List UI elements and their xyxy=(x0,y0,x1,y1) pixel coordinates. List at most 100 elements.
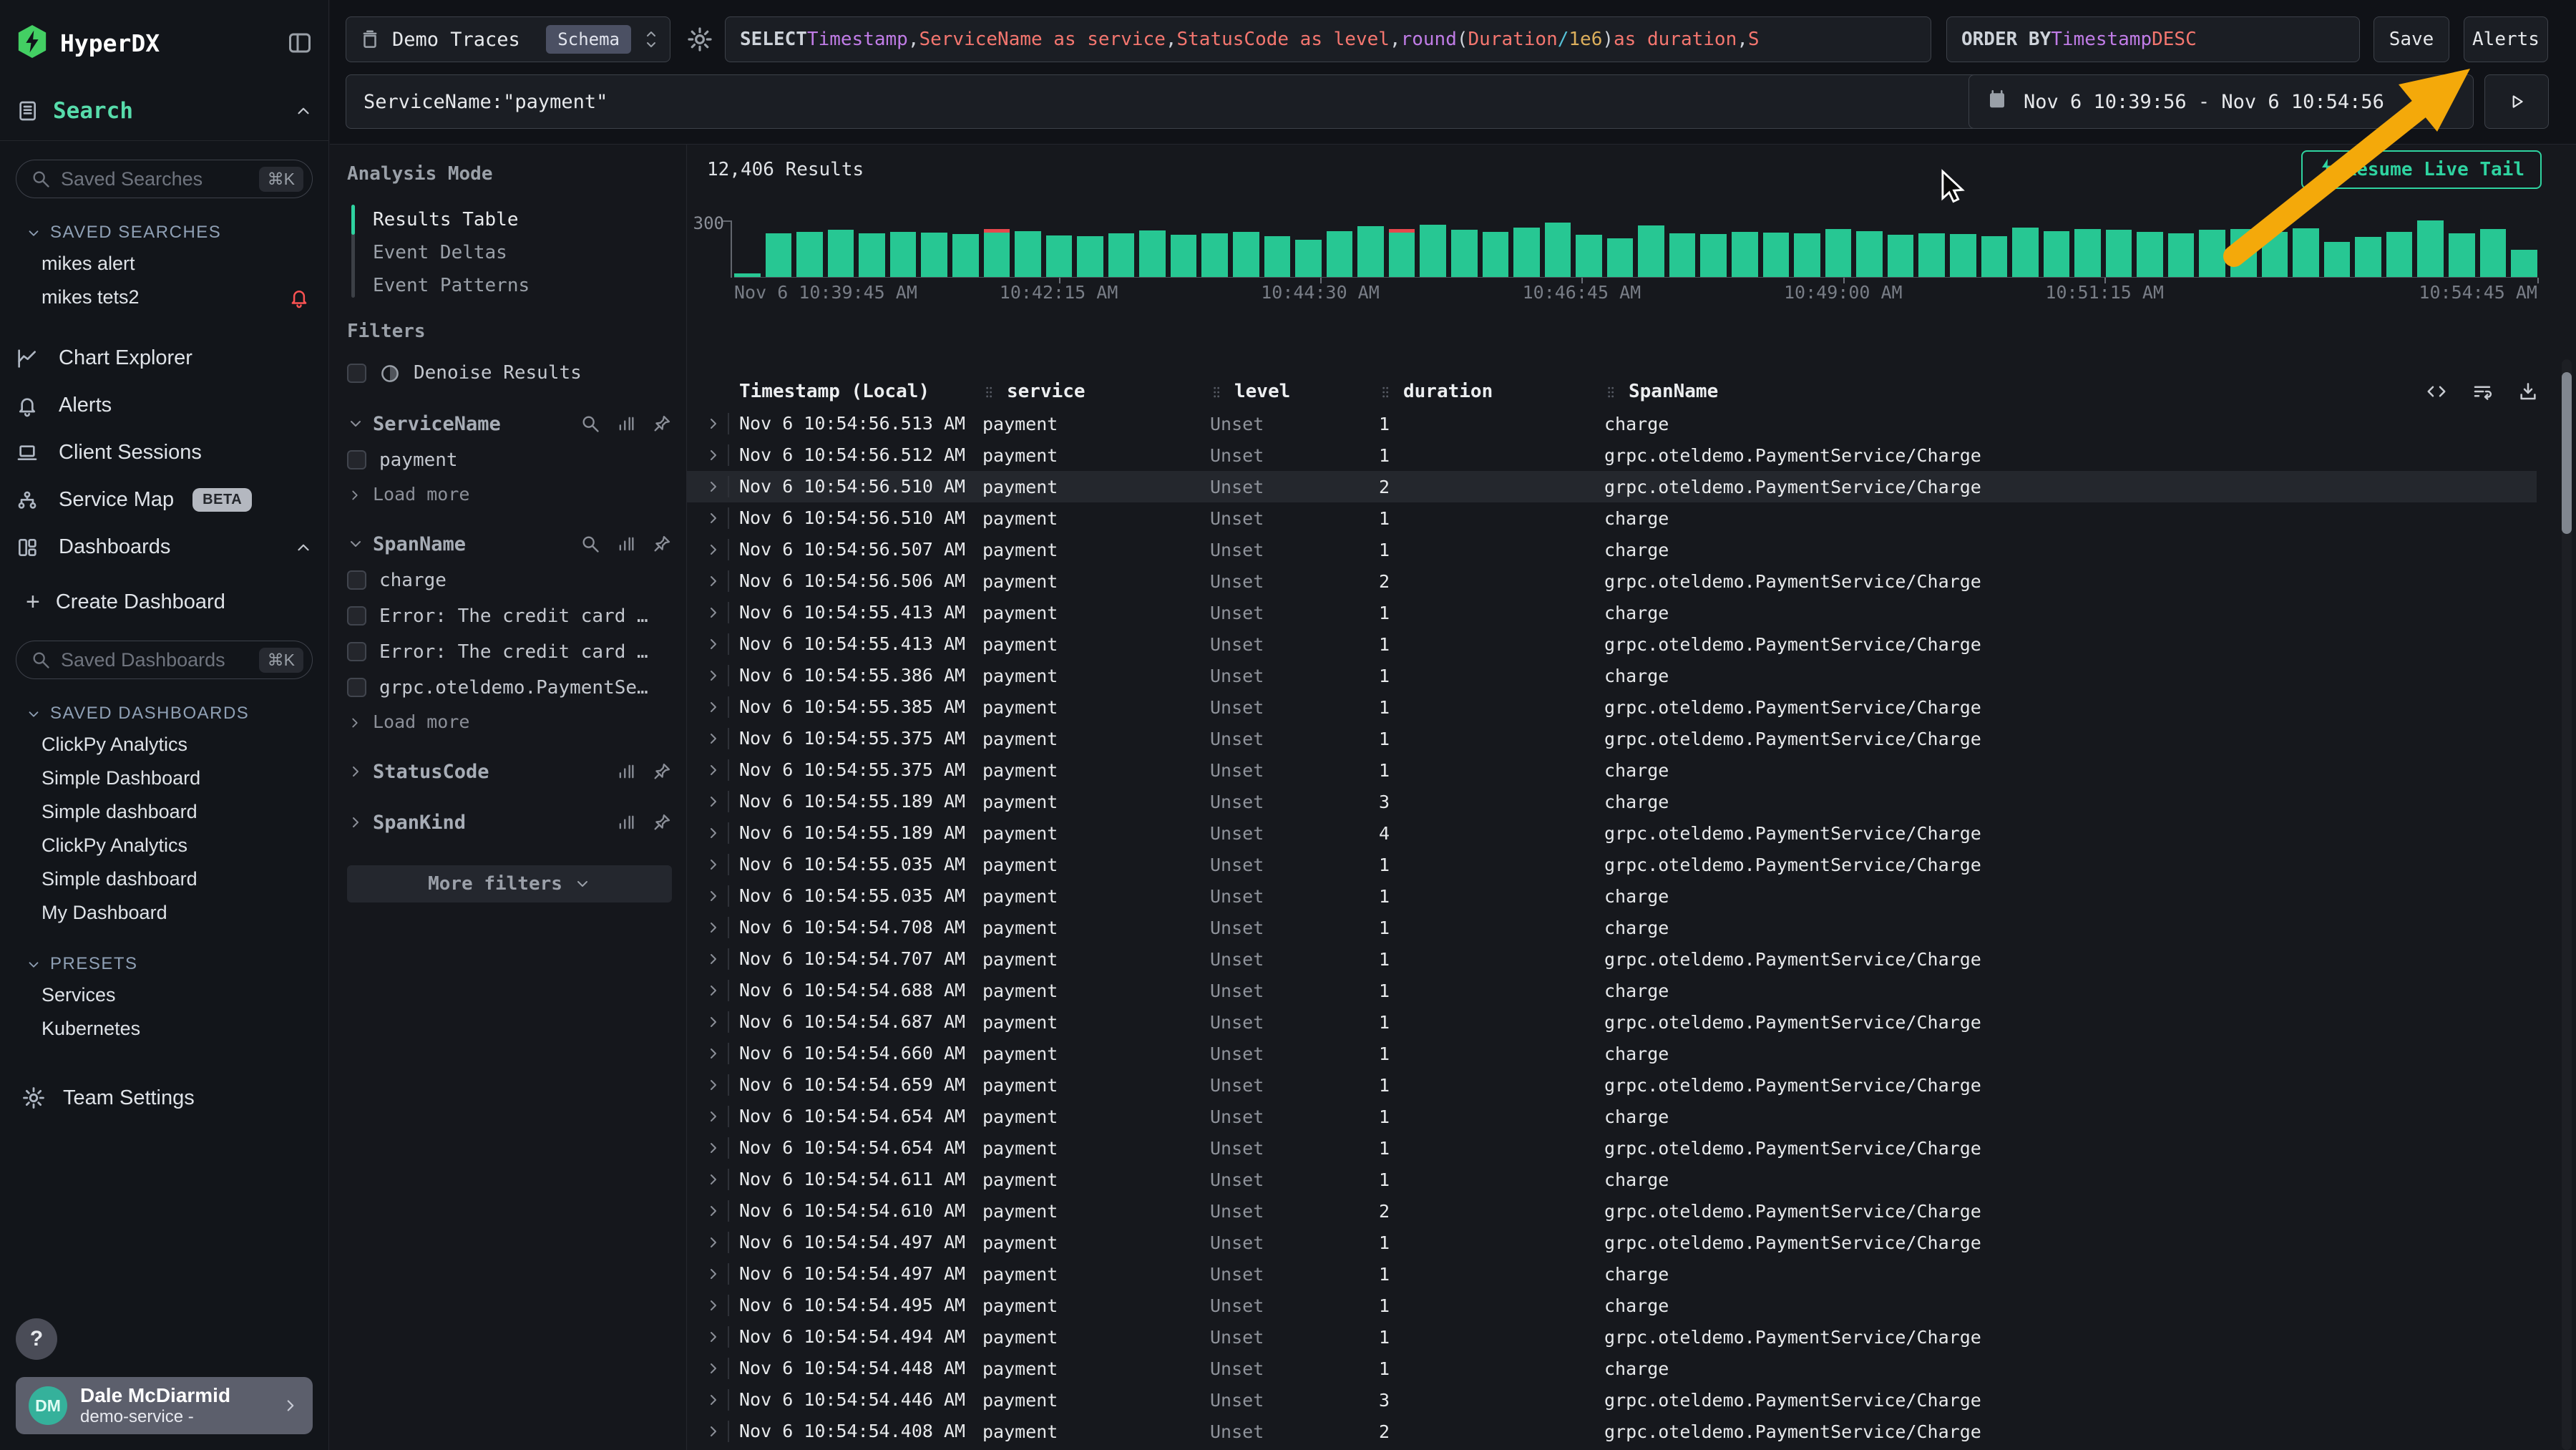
histogram-bar[interactable] xyxy=(1732,232,1758,277)
histogram-bar[interactable] xyxy=(2074,229,2101,277)
histogram-bar[interactable] xyxy=(984,229,1010,277)
histogram-bar[interactable] xyxy=(1607,238,1634,277)
histogram-bar[interactable] xyxy=(2262,232,2288,277)
table-row[interactable]: Nov 6 10:54:55.386 AMpaymentUnset1charge xyxy=(687,660,2537,691)
preset-item[interactable]: Kubernetes xyxy=(16,1012,313,1046)
histogram-bar[interactable] xyxy=(1451,230,1478,277)
table-row[interactable]: Nov 6 10:54:55.189 AMpaymentUnset3charge xyxy=(687,786,2537,817)
order-by-editor[interactable]: ORDER BY Timestamp DESC xyxy=(1946,16,2360,62)
histogram-bar[interactable] xyxy=(1638,225,1664,277)
pin-icon[interactable] xyxy=(652,414,672,434)
histogram-bar[interactable] xyxy=(2417,220,2444,277)
table-row[interactable]: Nov 6 10:54:54.659 AMpaymentUnset1grpc.o… xyxy=(687,1069,2537,1101)
histogram-bar[interactable] xyxy=(1856,231,1883,277)
analysis-mode-results-table[interactable]: Results Table xyxy=(351,203,672,236)
save-button[interactable]: Save xyxy=(2373,16,2449,62)
sidebar-item-dashboards[interactable]: Dashboards xyxy=(16,523,313,570)
histogram-bar[interactable] xyxy=(1576,235,1602,277)
histogram-bar[interactable] xyxy=(1950,234,1976,277)
saved-searches-input[interactable]: Saved Searches ⌘K xyxy=(16,160,313,198)
histogram-bar[interactable] xyxy=(2137,232,2163,277)
presets-section[interactable]: PRESETS xyxy=(26,954,313,974)
drag-handle-icon[interactable] xyxy=(1379,381,1393,402)
download-icon[interactable] xyxy=(2517,381,2539,402)
table-row[interactable]: Nov 6 10:54:54.495 AMpaymentUnset1charge xyxy=(687,1290,2537,1321)
histogram-bar[interactable] xyxy=(2230,229,2257,277)
histogram-bar[interactable] xyxy=(1981,236,2008,277)
table-row[interactable]: Nov 6 10:54:55.189 AMpaymentUnset4grpc.o… xyxy=(687,817,2537,849)
histogram-bar[interactable] xyxy=(2199,230,2225,277)
chevron-down-icon[interactable] xyxy=(347,415,364,432)
histogram-bar[interactable] xyxy=(2355,237,2381,277)
table-row[interactable]: Nov 6 10:54:54.688 AMpaymentUnset1charge xyxy=(687,975,2537,1006)
filter-option[interactable]: grpc.oteldemo.PaymentSe… xyxy=(347,677,672,699)
checkbox[interactable] xyxy=(347,450,366,469)
checkbox[interactable] xyxy=(347,678,366,697)
histogram-bar[interactable] xyxy=(796,232,823,277)
sidebar-item-team-settings[interactable]: Team Settings xyxy=(21,1086,313,1110)
saved-search-item[interactable]: mikes alert xyxy=(16,247,313,281)
histogram-bar[interactable] xyxy=(1201,233,1228,277)
histogram-bar[interactable] xyxy=(1483,232,1509,277)
wrap-lines-icon[interactable] xyxy=(2472,381,2493,402)
chart-icon[interactable] xyxy=(616,812,636,832)
denoise-results-toggle[interactable]: Denoise Results xyxy=(347,362,672,384)
drag-handle-icon[interactable] xyxy=(1210,381,1224,402)
saved-search-item[interactable]: mikes tets2 xyxy=(16,281,313,314)
run-query-button[interactable] xyxy=(2484,74,2549,129)
table-row[interactable]: Nov 6 10:54:54.448 AMpaymentUnset1charge xyxy=(687,1353,2537,1384)
saved-dashboard-item[interactable]: ClickPy Analytics xyxy=(16,829,313,862)
checkbox[interactable] xyxy=(347,570,366,590)
alerts-button[interactable]: Alerts xyxy=(2464,16,2548,62)
histogram-bar[interactable] xyxy=(766,233,792,277)
chart-icon[interactable] xyxy=(616,534,636,554)
table-row[interactable]: Nov 6 10:54:56.510 AMpaymentUnset1charge xyxy=(687,502,2537,534)
histogram-bar[interactable] xyxy=(1357,226,1384,277)
histogram-bar[interactable] xyxy=(2168,233,2195,277)
source-select[interactable]: Demo Traces Schema xyxy=(346,16,670,62)
date-range-picker[interactable]: Nov 6 10:39:56 - Nov 6 10:54:56 xyxy=(1968,74,2474,129)
checkbox[interactable] xyxy=(347,642,366,661)
filter-option[interactable]: payment xyxy=(347,449,672,471)
chart-icon[interactable] xyxy=(616,414,636,434)
user-menu[interactable]: DM Dale McDiarmid demo-service - xyxy=(16,1377,313,1434)
histogram-bar[interactable] xyxy=(859,233,885,277)
saved-dashboard-item[interactable]: ClickPy Analytics xyxy=(16,728,313,762)
histogram-bar[interactable] xyxy=(1171,235,1197,277)
saved-searches-section[interactable]: SAVED SEARCHES xyxy=(26,223,313,243)
filter-option[interactable]: Error: The credit card … xyxy=(347,641,672,663)
histogram-bar[interactable] xyxy=(2449,233,2475,277)
table-row[interactable]: Nov 6 10:54:56.507 AMpaymentUnset1charge xyxy=(687,534,2537,565)
histogram-bar[interactable] xyxy=(828,230,854,277)
table-row[interactable]: Nov 6 10:54:54.497 AMpaymentUnset1charge xyxy=(687,1258,2537,1290)
histogram-bar[interactable] xyxy=(1233,232,1259,277)
drag-handle-icon[interactable] xyxy=(1604,381,1619,402)
table-row[interactable]: Nov 6 10:54:56.513 AMpaymentUnset1charge xyxy=(687,408,2537,439)
table-row[interactable]: Nov 6 10:54:54.494 AMpaymentUnset1grpc.o… xyxy=(687,1321,2537,1353)
table-row[interactable]: Nov 6 10:54:54.687 AMpaymentUnset1grpc.o… xyxy=(687,1006,2537,1038)
more-filters-button[interactable]: More filters xyxy=(347,865,672,902)
table-row[interactable]: Nov 6 10:54:55.375 AMpaymentUnset1grpc.o… xyxy=(687,723,2537,754)
column-header-service[interactable]: service xyxy=(982,381,1210,402)
table-row[interactable]: Nov 6 10:54:55.413 AMpaymentUnset1charge xyxy=(687,597,2537,628)
histogram-bar[interactable] xyxy=(2106,230,2132,277)
histogram-bar[interactable] xyxy=(890,232,917,277)
histogram-bar[interactable] xyxy=(1700,234,1727,277)
histogram-bar[interactable] xyxy=(1888,235,1914,277)
table-row[interactable]: Nov 6 10:54:56.510 AMpaymentUnset2grpc.o… xyxy=(687,471,2537,502)
table-row[interactable]: Nov 6 10:54:54.654 AMpaymentUnset1charge xyxy=(687,1101,2537,1132)
search-icon[interactable] xyxy=(580,414,600,434)
sidebar-item-service-map[interactable]: Service MapBETA xyxy=(16,476,313,523)
table-row[interactable]: Nov 6 10:54:54.660 AMpaymentUnset1charge xyxy=(687,1038,2537,1069)
histogram-bar[interactable] xyxy=(1545,223,1571,277)
histogram-bar[interactable] xyxy=(1108,233,1135,277)
saved-dashboard-item[interactable]: Simple dashboard xyxy=(16,862,313,896)
sidebar-item-chart-explorer[interactable]: Chart Explorer xyxy=(16,334,313,381)
table-row[interactable]: Nov 6 10:54:56.506 AMpaymentUnset2grpc.o… xyxy=(687,565,2537,597)
histogram-bar[interactable] xyxy=(1295,240,1322,277)
collapse-sidebar-icon[interactable] xyxy=(287,30,313,56)
filter-group-spankind[interactable]: SpanKind xyxy=(347,812,672,834)
table-row[interactable]: Nov 6 10:54:56.512 AMpaymentUnset1grpc.o… xyxy=(687,439,2537,471)
column-header-spanname[interactable]: SpanName xyxy=(1604,381,2537,402)
histogram-bar[interactable] xyxy=(2044,231,2070,277)
